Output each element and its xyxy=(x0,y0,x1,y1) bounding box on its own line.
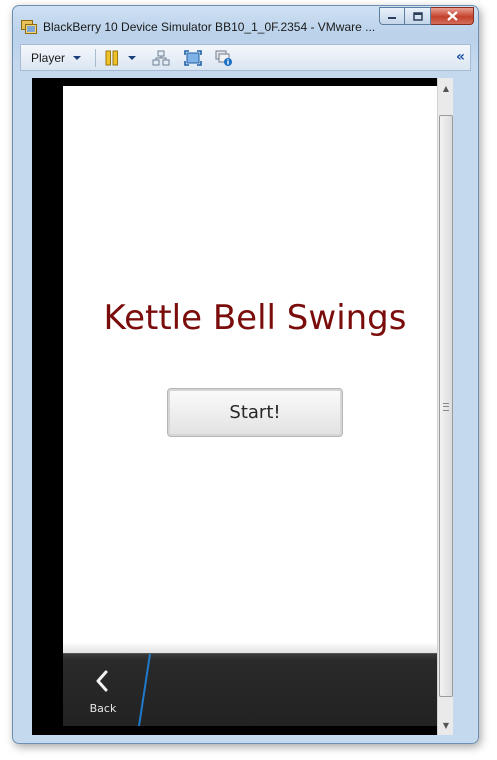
player-menu-label: Player xyxy=(31,51,66,65)
chevron-up-icon: ▲ xyxy=(442,83,450,93)
pause-icon xyxy=(105,50,118,66)
back-arrow-icon xyxy=(96,670,108,692)
window-title: BlackBerry 10 Device Simulator BB10_1_0F… xyxy=(43,20,376,34)
fullscreen-icon xyxy=(184,50,202,66)
device-screen: Kettle Bell Swings Start! Back xyxy=(63,86,447,726)
vertical-scrollbar[interactable]: ▲ ▼ xyxy=(437,78,453,735)
window-titlebar[interactable]: BlackBerry 10 Device Simulator BB10_1_0F… xyxy=(13,6,478,40)
start-button[interactable]: Start! xyxy=(167,388,343,437)
back-label: Back xyxy=(89,702,117,715)
minimize-button[interactable] xyxy=(379,7,405,25)
grip-icon xyxy=(443,403,449,411)
unity-icon xyxy=(215,50,232,66)
player-menu[interactable]: Player xyxy=(31,51,82,65)
toolbar-divider xyxy=(95,49,96,67)
back-button[interactable]: Back xyxy=(63,654,143,726)
close-icon xyxy=(446,11,458,21)
chevron-down-icon: ▼ xyxy=(442,720,450,730)
action-bar: Back xyxy=(63,653,447,726)
player-toolbar: Player « xyxy=(20,44,471,71)
simulator-display: Kettle Bell Swings Start! Back ▲ ▼ xyxy=(32,78,453,735)
maximize-icon xyxy=(412,11,423,21)
app-title: Kettle Bell Swings xyxy=(103,298,407,338)
pause-button[interactable] xyxy=(105,49,136,67)
chevron-down-icon xyxy=(128,56,136,60)
maximize-button[interactable] xyxy=(405,7,431,25)
fullscreen-button[interactable] xyxy=(184,49,202,67)
window-controls xyxy=(379,7,474,25)
collapse-toolbar-button[interactable]: « xyxy=(456,49,465,65)
network-icon xyxy=(152,50,170,66)
close-button[interactable] xyxy=(431,7,474,25)
vmware-player-window: BlackBerry 10 Device Simulator BB10_1_0F… xyxy=(12,5,479,744)
chevron-down-icon xyxy=(73,56,82,60)
scroll-down-button[interactable]: ▼ xyxy=(438,717,454,733)
double-chevron-left-icon: « xyxy=(455,49,465,65)
vmware-app-icon xyxy=(21,19,37,34)
unity-button[interactable] xyxy=(215,49,233,67)
back-divider xyxy=(138,654,151,726)
removable-devices-button[interactable] xyxy=(152,49,170,67)
scrollbar-thumb[interactable] xyxy=(439,115,453,697)
minimize-icon xyxy=(388,17,396,19)
scroll-up-button[interactable]: ▲ xyxy=(438,80,454,96)
